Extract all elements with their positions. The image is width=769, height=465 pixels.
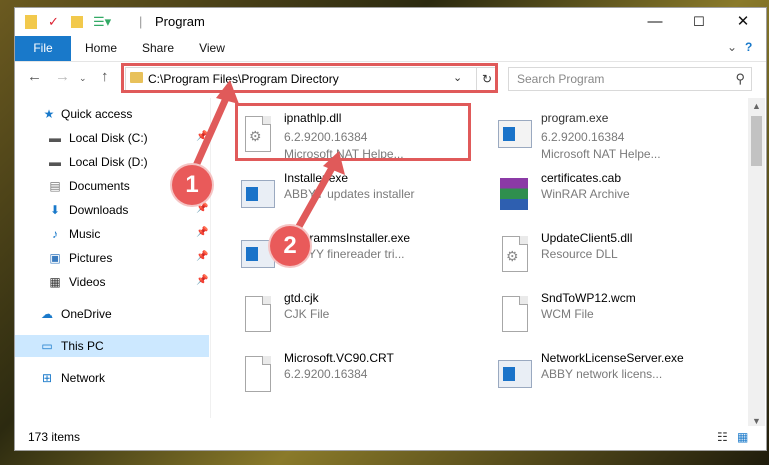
arrow-1-head — [216, 80, 239, 104]
arrow-1-shaft — [191, 92, 231, 172]
annotation-arrows — [191, 80, 345, 234]
step-1-badge: 1 — [172, 165, 212, 205]
arrow-2-shaft — [293, 162, 337, 234]
explorer-window: ✓ ☰▾ | Program — ☐ ✕ File Home Share Vie… — [15, 8, 766, 450]
step-2-badge: 2 — [270, 226, 310, 266]
